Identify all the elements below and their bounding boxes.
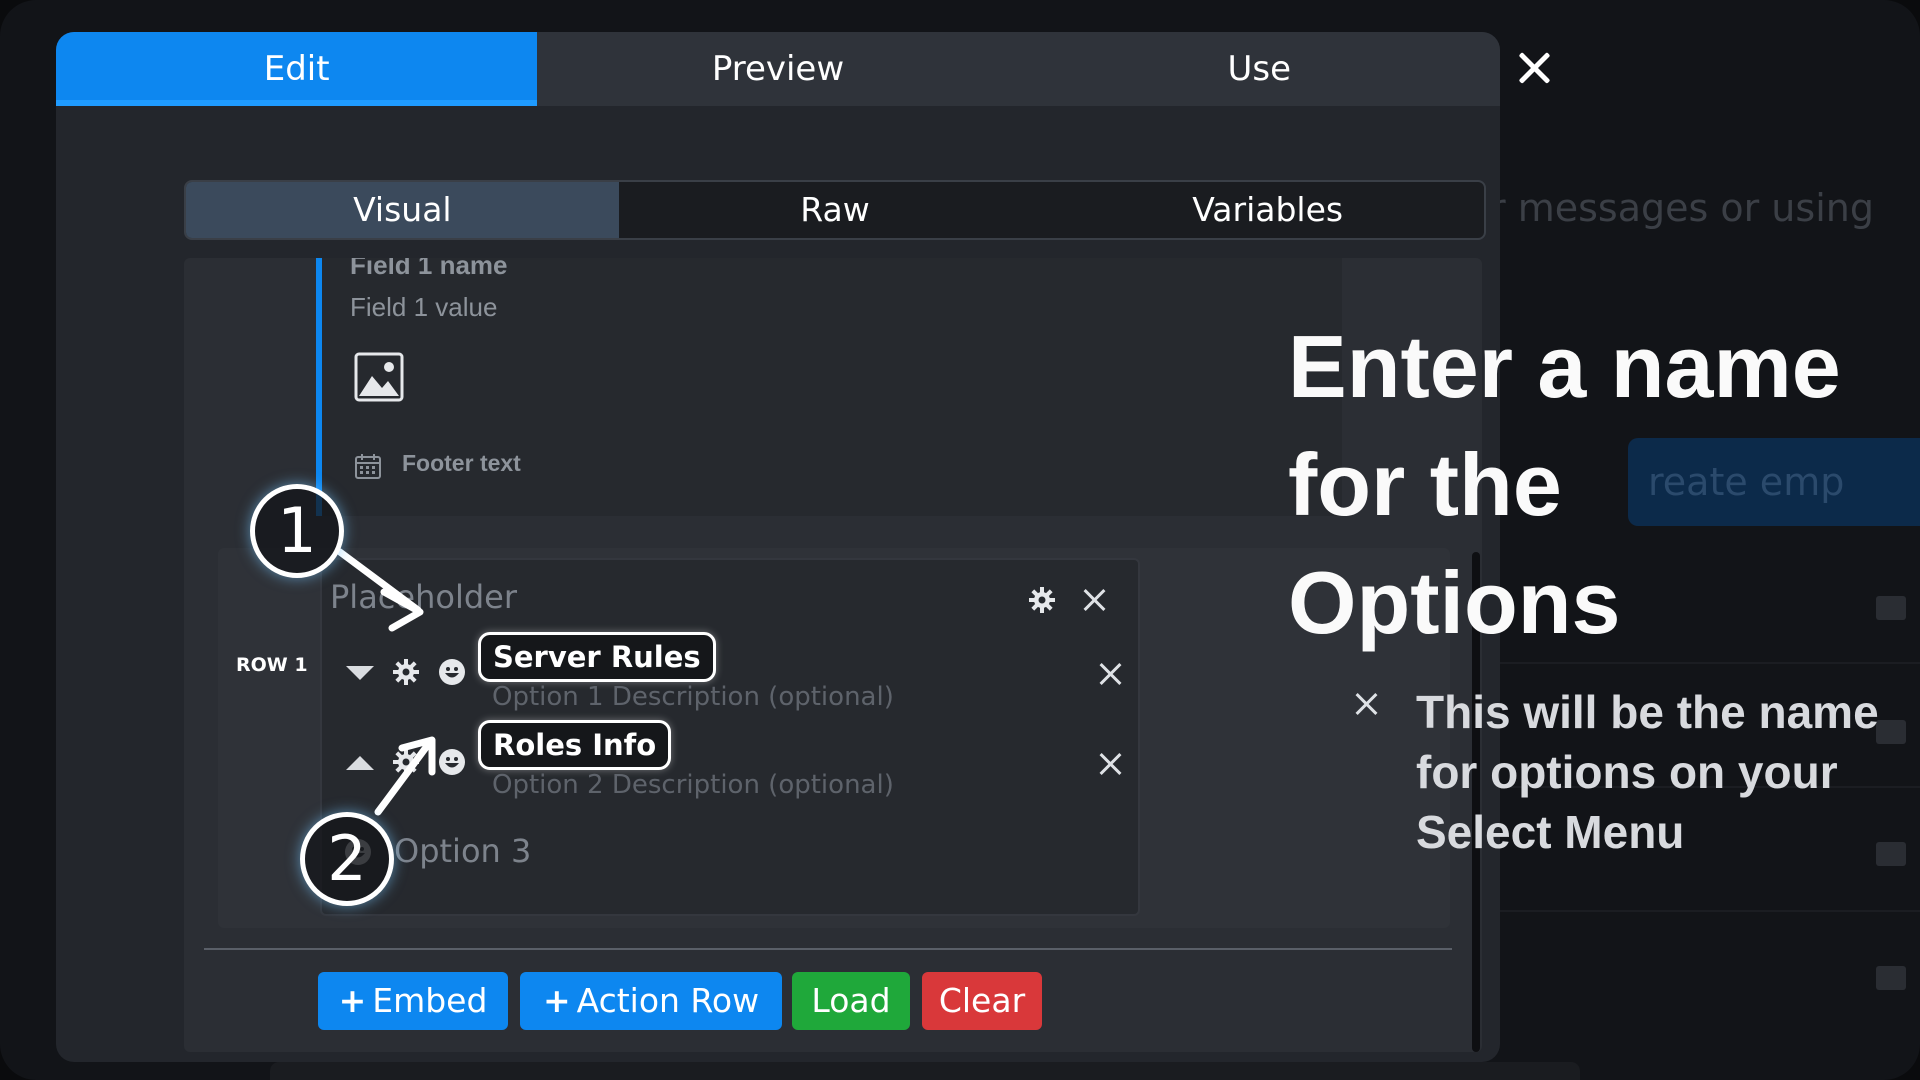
step-marker-2: 2 — [300, 812, 394, 906]
tab-raw[interactable]: Raw — [619, 182, 1052, 238]
plus-icon: + — [542, 981, 571, 1020]
editor-mode-tabs: Visual Raw Variables — [184, 180, 1486, 240]
emoji-icon[interactable] — [438, 658, 466, 686]
embed-color-bar[interactable] — [316, 258, 322, 516]
gear-icon[interactable] — [1028, 586, 1056, 614]
gear-icon[interactable] — [392, 658, 420, 686]
callout-subtitle: This will be the name for options on you… — [1416, 686, 1879, 858]
bottom-bar — [270, 1062, 1580, 1080]
step-marker-1: 1 — [250, 484, 344, 578]
select-placeholder[interactable]: Placeholder — [330, 578, 517, 616]
button-label: Embed — [372, 981, 488, 1020]
move-up-icon[interactable] — [346, 756, 374, 770]
calendar-icon[interactable] — [354, 452, 382, 480]
tab-variables[interactable]: Variables — [1051, 182, 1484, 238]
image-icon[interactable] — [354, 352, 404, 402]
divider — [204, 948, 1452, 950]
footer-text[interactable]: Footer text — [402, 450, 521, 477]
plus-icon: + — [338, 981, 367, 1020]
folder-icon — [1876, 966, 1906, 990]
option-description[interactable]: Option 2 Description (optional) — [492, 770, 894, 800]
callout-title: Enter a name for the Options — [1288, 317, 1841, 652]
button-label: Action Row — [576, 981, 760, 1020]
add-embed-button[interactable]: + Embed — [318, 972, 508, 1030]
option-name-input[interactable]: Roles Info — [478, 720, 672, 770]
option-description[interactable]: Option 1 Description (optional) — [492, 682, 894, 712]
remove-option-icon[interactable] — [1098, 752, 1122, 776]
tab-use[interactable]: Use — [1019, 32, 1500, 106]
add-action-row-button[interactable]: + Action Row — [520, 972, 782, 1030]
background-text: r messages or using — [1490, 186, 1874, 230]
move-down-icon[interactable] — [346, 666, 374, 680]
remove-row-icon[interactable] — [1354, 692, 1378, 716]
field-name[interactable]: Field 1 name — [350, 258, 508, 281]
tab-preview[interactable]: Preview — [537, 32, 1018, 106]
remove-option-icon[interactable] — [1098, 662, 1122, 686]
main-tabs: Edit Preview Use — [56, 32, 1500, 106]
gear-icon[interactable] — [392, 748, 420, 776]
row-label: ROW 1 — [236, 654, 308, 676]
tab-edit[interactable]: Edit — [56, 32, 538, 106]
emoji-icon[interactable] — [438, 748, 466, 776]
remove-select-icon[interactable] — [1082, 588, 1106, 612]
new-option-input[interactable]: Option 3 — [394, 832, 531, 870]
load-button[interactable]: Load — [792, 972, 910, 1030]
option-name-input[interactable]: Server Rules — [478, 632, 716, 682]
field-value[interactable]: Field 1 value — [350, 292, 497, 323]
close-icon[interactable] — [1514, 48, 1554, 88]
clear-button[interactable]: Clear — [922, 972, 1042, 1030]
tab-visual[interactable]: Visual — [186, 182, 619, 238]
